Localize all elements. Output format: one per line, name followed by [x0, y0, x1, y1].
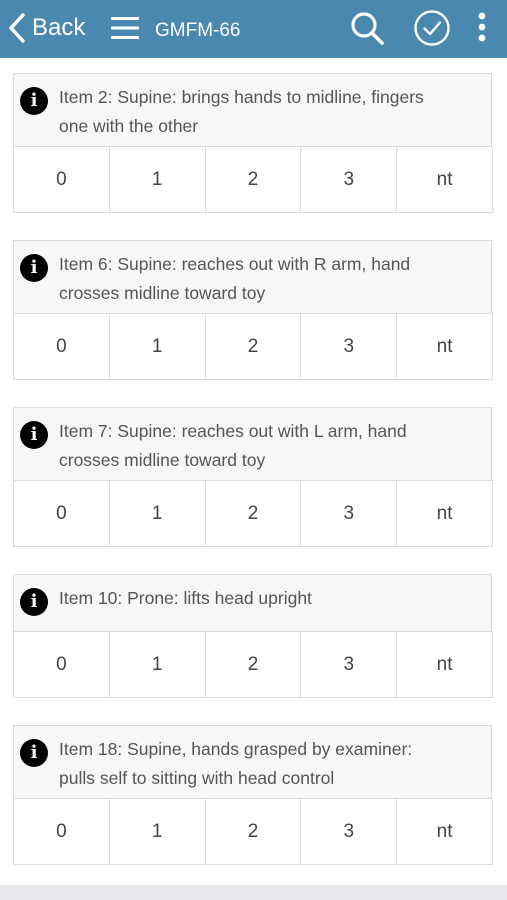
item-card-10: i Item 10: Prone: lifts head upright 0 1…	[13, 574, 493, 698]
item-card-6: i Item 6: Supine: reaches out with R arm…	[13, 240, 493, 380]
item-description-line: pulls self to sitting with head control	[59, 768, 335, 788]
score-option-3[interactable]: 3	[301, 147, 398, 212]
score-option-nt[interactable]: nt	[397, 147, 492, 212]
info-icon[interactable]: i	[20, 739, 48, 767]
back-label: Back	[32, 14, 86, 41]
menu-button[interactable]	[110, 15, 140, 41]
chevron-left-icon	[9, 13, 25, 43]
page-title: GMFM-66	[155, 20, 241, 41]
score-selector: 0 1 2 3 nt	[13, 313, 493, 380]
score-option-2[interactable]: 2	[206, 481, 302, 546]
item-header: i Item 10: Prone: lifts head upright	[13, 574, 492, 631]
bottom-bar	[0, 885, 507, 900]
info-icon[interactable]: i	[20, 87, 48, 115]
score-option-nt[interactable]: nt	[397, 314, 492, 379]
item-description: Item 2: Supine: brings hands to midline,…	[59, 83, 481, 141]
score-option-2[interactable]: 2	[206, 147, 302, 212]
item-card-2: i Item 2: Supine: brings hands to midlin…	[13, 73, 493, 213]
item-description: Item 7: Supine: reaches out with L arm, …	[59, 417, 481, 475]
item-description-line: Item 2: Supine: brings hands to midline,…	[59, 87, 424, 107]
item-header: i Item 7: Supine: reaches out with L arm…	[13, 407, 492, 480]
item-description-line: crosses midline toward toy	[59, 283, 266, 303]
score-option-1[interactable]: 1	[110, 632, 206, 697]
score-option-1[interactable]: 1	[110, 481, 206, 546]
score-option-nt[interactable]: nt	[397, 799, 492, 864]
item-description-line: one with the other	[59, 116, 199, 136]
score-option-0[interactable]: 0	[14, 632, 110, 697]
item-card-7: i Item 7: Supine: reaches out with L arm…	[13, 407, 493, 547]
score-option-0[interactable]: 0	[14, 799, 110, 864]
score-option-nt[interactable]: nt	[397, 632, 492, 697]
score-option-1[interactable]: 1	[110, 799, 206, 864]
search-icon	[351, 12, 384, 45]
score-selector: 0 1 2 3 nt	[13, 798, 493, 865]
hamburger-menu-icon	[111, 17, 139, 39]
score-option-nt[interactable]: nt	[397, 481, 492, 546]
score-selector: 0 1 2 3 nt	[13, 146, 493, 213]
score-option-1[interactable]: 1	[110, 314, 206, 379]
item-header: i Item 6: Supine: reaches out with R arm…	[13, 240, 492, 313]
score-option-0[interactable]: 0	[14, 314, 110, 379]
back-button[interactable]: Back	[8, 12, 85, 44]
score-option-3[interactable]: 3	[301, 799, 398, 864]
score-option-3[interactable]: 3	[301, 632, 398, 697]
vertical-ellipsis-icon	[478, 12, 486, 42]
info-icon[interactable]: i	[20, 421, 48, 449]
item-description-line: Item 7: Supine: reaches out with L arm, …	[59, 421, 407, 441]
app-screen: Back GMFM-66 i Item 2: Supine: brings ha…	[0, 0, 507, 900]
navigation-bar: Back GMFM-66	[0, 0, 507, 58]
search-button[interactable]	[349, 10, 385, 46]
score-option-2[interactable]: 2	[206, 799, 302, 864]
score-option-0[interactable]: 0	[14, 481, 110, 546]
item-description-line: Item 18: Supine, hands grasped by examin…	[59, 739, 413, 759]
item-description: Item 18: Supine, hands grasped by examin…	[59, 735, 481, 793]
more-options-button[interactable]	[474, 10, 490, 46]
score-option-2[interactable]: 2	[206, 314, 302, 379]
item-description-line: crosses midline toward toy	[59, 450, 266, 470]
score-option-0[interactable]: 0	[14, 147, 110, 212]
item-description-line: Item 6: Supine: reaches out with R arm, …	[59, 254, 411, 274]
item-header: i Item 2: Supine: brings hands to midlin…	[13, 73, 492, 146]
complete-button[interactable]	[413, 9, 451, 47]
score-option-3[interactable]: 3	[301, 314, 398, 379]
score-option-3[interactable]: 3	[301, 481, 398, 546]
item-header: i Item 18: Supine, hands grasped by exam…	[13, 725, 492, 798]
score-selector: 0 1 2 3 nt	[13, 480, 493, 547]
info-icon[interactable]: i	[20, 588, 48, 616]
info-icon[interactable]: i	[20, 254, 48, 282]
check-circle-icon	[414, 10, 450, 46]
score-option-1[interactable]: 1	[110, 147, 206, 212]
item-description: Item 10: Prone: lifts head upright	[59, 584, 481, 613]
item-description-line: Item 10: Prone: lifts head upright	[59, 588, 312, 608]
score-option-2[interactable]: 2	[206, 632, 302, 697]
item-card-18: i Item 18: Supine, hands grasped by exam…	[13, 725, 493, 865]
item-list: i Item 2: Supine: brings hands to midlin…	[0, 58, 507, 885]
item-description: Item 6: Supine: reaches out with R arm, …	[59, 250, 481, 308]
score-selector: 0 1 2 3 nt	[13, 631, 493, 698]
